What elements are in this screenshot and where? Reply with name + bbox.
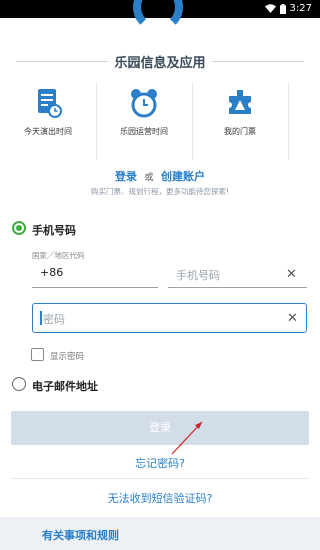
no-sms-link[interactable]: 无法收到短信验证码? [0, 490, 320, 506]
app-label: 乐园运营时间 [120, 127, 168, 136]
clear-phone-icon[interactable]: ✕ [286, 268, 297, 281]
section-title: 乐园信息及应用 [0, 52, 320, 71]
clock-time: 3:27 [289, 3, 312, 14]
app-label: 今天演出时间 [24, 127, 72, 136]
app-logo [133, 0, 183, 32]
email-radio[interactable] [12, 377, 26, 391]
forgot-password-link[interactable]: 忘记密码? [0, 455, 320, 471]
phone-radio[interactable] [12, 221, 26, 235]
app-park-hours[interactable]: 乐园运营时间 [96, 78, 192, 166]
subtitle: 购买门票、规划行程，更多功能待您探索! [90, 187, 229, 196]
country-code-label: 国家／地区代码 [32, 251, 85, 260]
login-button[interactable]: 登录 [11, 411, 309, 445]
app-show-schedule[interactable]: 今天演出时间 [0, 78, 96, 166]
my-tickets-icon [229, 90, 251, 114]
password-field[interactable]: 密码 ✕ [32, 303, 307, 333]
wifi-icon [264, 4, 276, 13]
login-prompt: 登录 或 创建账户 [0, 168, 320, 184]
annotation-arrow-icon [171, 421, 203, 455]
section-title-text: 乐园信息及应用 [114, 56, 206, 71]
app-label: 我的门票 [224, 127, 256, 136]
apps-row: 今天演出时间 乐园运营时间 我的门票 [0, 78, 320, 166]
clear-password-icon[interactable]: ✕ [287, 312, 298, 325]
app-my-tickets[interactable]: 我的门票 [192, 78, 288, 166]
title-divider-left [16, 61, 108, 62]
battery-icon [279, 3, 286, 14]
show-schedule-icon [38, 89, 62, 118]
country-code-underline [32, 287, 158, 288]
footer-rules-link[interactable]: 有关事项和规则 [42, 527, 119, 543]
login-link[interactable]: 登录 [115, 170, 137, 183]
footer-bar[interactable]: 有关事项和规则 [0, 517, 320, 550]
park-hours-clock-icon [131, 89, 157, 118]
text-cursor [40, 311, 42, 325]
divider [11, 478, 309, 479]
country-code-value[interactable]: +86 [40, 266, 63, 279]
password-placeholder: 密码 [43, 313, 65, 326]
title-divider-right [212, 61, 304, 62]
email-option-label: 电子邮件地址 [32, 380, 98, 393]
phone-underline [168, 287, 307, 288]
create-account-link[interactable]: 创建账户 [161, 170, 205, 183]
phone-option-label: 手机号码 [32, 224, 76, 237]
show-password-label: 显示密码 [50, 352, 85, 362]
show-password-checkbox[interactable] [31, 348, 44, 361]
phone-input[interactable]: 手机号码 [176, 267, 220, 283]
or-text: 或 [144, 173, 154, 183]
app-more-partial[interactable] [288, 78, 320, 166]
